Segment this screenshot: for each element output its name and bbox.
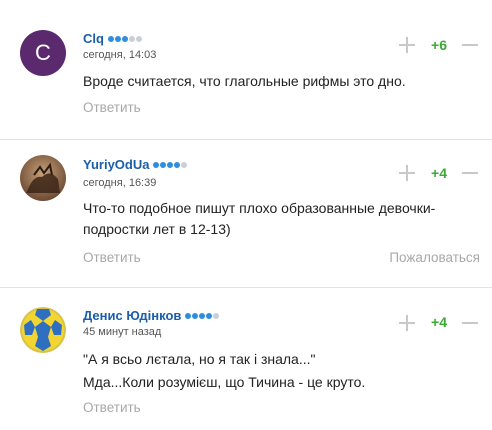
comment: Денис Юдінков 45 минут назад +4 "А я всь… xyxy=(0,288,492,430)
comment-author[interactable]: YuriyOdUa xyxy=(83,157,188,172)
author-name: Денис Юдінков xyxy=(83,308,182,323)
reply-button[interactable]: Ответить xyxy=(83,100,141,115)
rating-dots xyxy=(185,312,220,319)
avatar[interactable] xyxy=(20,155,66,201)
rating-dot xyxy=(181,161,188,168)
downvote-button[interactable] xyxy=(462,37,478,53)
upvote-button[interactable] xyxy=(399,165,415,181)
author-name: Clq xyxy=(83,31,104,46)
comment-time: сегодня, 16:39 xyxy=(83,177,157,189)
comment-time: сегодня, 14:03 xyxy=(83,49,157,61)
rating-dot xyxy=(121,35,128,42)
comment-score: +4 xyxy=(431,165,447,181)
comment-text: Что-то подобное пишут плохо образованные… xyxy=(83,200,436,237)
report-button[interactable]: Пожаловаться xyxy=(389,250,480,265)
rating-dot xyxy=(114,35,121,42)
comment-time: 45 минут назад xyxy=(83,326,162,338)
rating-dot xyxy=(174,161,181,168)
downvote-button[interactable] xyxy=(462,315,478,331)
comment-score: +4 xyxy=(431,314,447,330)
avatar-letter: C xyxy=(35,40,51,65)
rating-dot xyxy=(160,161,167,168)
reply-button[interactable]: Ответить xyxy=(83,400,141,415)
rating-dot xyxy=(192,312,199,319)
upvote-button[interactable] xyxy=(399,315,415,331)
comment-text: Вроде считается, что глагольные рифмы эт… xyxy=(83,73,406,89)
rating-dot xyxy=(213,312,220,319)
comment-author[interactable]: Clq xyxy=(83,31,142,46)
avatar[interactable]: C xyxy=(20,30,66,76)
rating-dots xyxy=(107,35,142,42)
rating-dot xyxy=(199,312,206,319)
upvote-button[interactable] xyxy=(399,37,415,53)
rating-dot xyxy=(153,161,160,168)
rating-dot xyxy=(185,312,192,319)
comment-text-line-2: Мда...Коли розумієш, що Тичина - це крут… xyxy=(83,374,366,390)
rating-dot xyxy=(206,312,213,319)
rating-dot xyxy=(128,35,135,42)
avatar-image xyxy=(20,307,66,353)
rating-dot xyxy=(107,35,114,42)
comment-author[interactable]: Денис Юдінков xyxy=(83,308,220,323)
avatar-image xyxy=(20,155,66,201)
rating-dot xyxy=(135,35,142,42)
rating-dot xyxy=(167,161,174,168)
author-name: YuriyOdUa xyxy=(83,157,150,172)
downvote-button[interactable] xyxy=(462,165,478,181)
reply-button[interactable]: Ответить xyxy=(83,250,141,265)
comment-score: +6 xyxy=(431,37,447,53)
comment: C Clq сегодня, 14:03 +6 Вроде считается,… xyxy=(0,0,492,136)
rating-dots xyxy=(153,161,188,168)
comment: YuriyOdUa сегодня, 16:39 +4 Что-то подоб… xyxy=(0,140,492,286)
avatar[interactable] xyxy=(20,307,66,353)
comment-text-line-1: "А я всьо лєтала, но я так і знала..." xyxy=(83,351,316,367)
